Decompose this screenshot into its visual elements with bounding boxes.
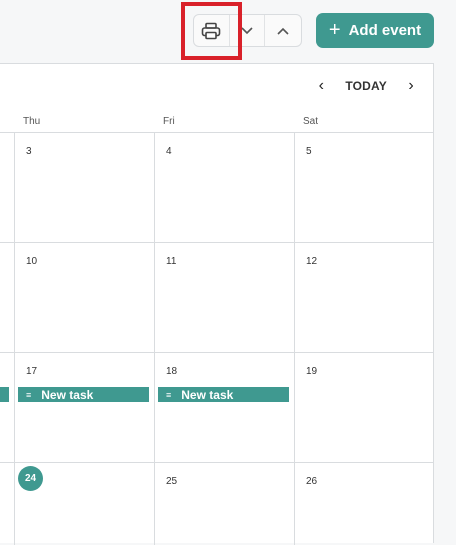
day-number: 18 (166, 366, 178, 377)
task-list-icon: ≡ (26, 389, 32, 400)
calendar-view: ‹ TODAY › Thu Fri Sat 3 4 5 10 11 12 17 … (0, 63, 434, 545)
calendar-day-cell[interactable]: 19 (295, 353, 434, 463)
calendar-cell-partial[interactable] (0, 243, 15, 353)
calendar-cell-partial[interactable] (0, 353, 15, 463)
top-toolbar: + Add event (0, 0, 456, 62)
add-event-button[interactable]: + Add event (316, 13, 434, 48)
calendar-day-cell[interactable]: 26 (295, 463, 434, 545)
day-number: 17 (26, 366, 38, 377)
calendar-day-cell[interactable]: 4 (155, 133, 295, 243)
day-number: 10 (26, 256, 38, 267)
plus-icon: + (328, 18, 341, 41)
calendar-day-cell[interactable]: 10 (15, 243, 155, 353)
calendar-day-cell[interactable]: 3 (15, 133, 155, 243)
print-button[interactable] (194, 15, 230, 46)
previous-arrow-icon[interactable]: ‹ (315, 77, 327, 95)
task-list-icon: ≡ (166, 389, 172, 400)
calendar-cell-partial[interactable] (0, 133, 15, 243)
next-arrow-icon[interactable]: › (405, 77, 417, 95)
next-period-button[interactable] (230, 15, 266, 46)
day-number: 19 (306, 366, 318, 377)
day-number: 25 (166, 476, 178, 487)
chevron-up-icon (276, 26, 290, 36)
month-grid: 3 4 5 10 11 12 17 18 19 24 25 26 ≡ New t… (0, 132, 434, 545)
calendar-day-cell-today[interactable]: 24 (15, 463, 155, 545)
task-chip-partial[interactable] (0, 387, 9, 402)
day-number: 4 (166, 146, 172, 157)
add-event-label: Add event (348, 22, 422, 39)
previous-period-button[interactable] (265, 15, 301, 46)
task-chip[interactable]: ≡ New task (18, 387, 149, 402)
day-header-sat: Sat (303, 116, 319, 127)
day-number: 12 (306, 256, 318, 267)
task-title: New task (41, 387, 94, 402)
today-day-number: 24 (18, 466, 43, 491)
calendar-day-cell[interactable]: 17 (15, 353, 155, 463)
day-number: 11 (166, 256, 177, 267)
chevron-down-icon (240, 26, 254, 36)
today-button[interactable]: TODAY (345, 79, 387, 93)
calendar-cell-partial[interactable] (0, 463, 15, 545)
printer-icon (201, 22, 221, 40)
day-header-thu: Thu (23, 116, 41, 127)
calendar-day-cell[interactable]: 5 (295, 133, 434, 243)
task-chip[interactable]: ≡ New task (158, 387, 289, 402)
task-title: New task (181, 387, 234, 402)
day-number: 26 (306, 476, 318, 487)
day-header-fri: Fri (163, 116, 175, 127)
tool-button-group (193, 14, 302, 47)
day-number: 5 (306, 146, 312, 157)
calendar-day-cell[interactable]: 18 (155, 353, 295, 463)
calendar-nav: ‹ TODAY › (315, 64, 433, 108)
calendar-day-cell[interactable]: 11 (155, 243, 295, 353)
day-number: 3 (26, 146, 32, 157)
calendar-day-cell[interactable]: 25 (155, 463, 295, 545)
calendar-day-cell[interactable]: 12 (295, 243, 434, 353)
